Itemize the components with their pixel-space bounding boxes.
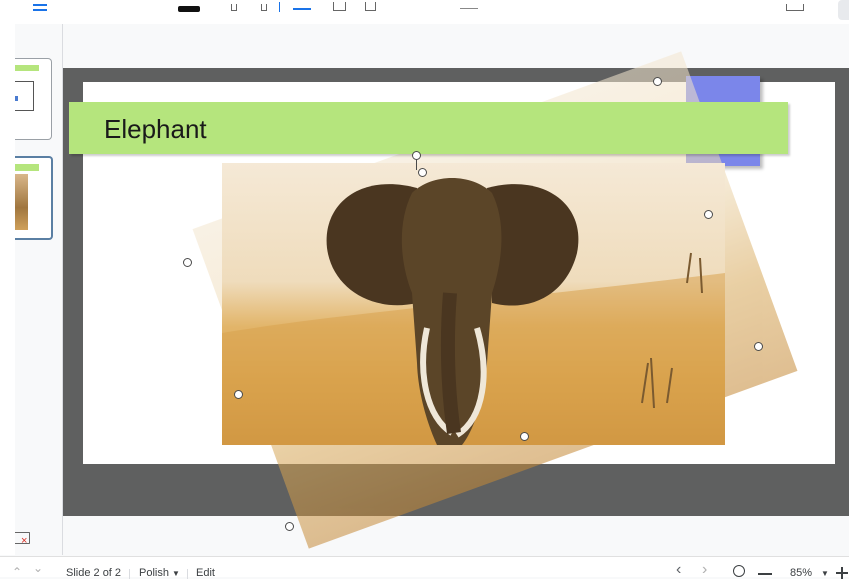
- zoom-in-icon[interactable]: [836, 567, 848, 579]
- language-selector[interactable]: Polish: [139, 567, 169, 579]
- zoom-out-icon[interactable]: [758, 573, 772, 575]
- align-center-icon[interactable]: [261, 4, 267, 11]
- caret-down-icon[interactable]: ▼: [821, 569, 829, 578]
- arrange-icon[interactable]: [460, 8, 478, 9]
- chevron-left-icon[interactable]: ‹: [676, 561, 681, 579]
- search-icon[interactable]: [733, 565, 745, 577]
- top-toolbar: [0, 0, 849, 25]
- status-bar: ⌃ ⌄ Slide 2 of 2 Polish ▼ Edit ‹ › 85% ▼: [0, 556, 849, 579]
- resize-handle-top-right[interactable]: [653, 77, 662, 86]
- slide-thumbnail-2[interactable]: [15, 156, 53, 240]
- thumb-title-bar: [15, 164, 39, 171]
- toolbar-separator: [279, 2, 280, 12]
- slide-counter: Slide 2 of 2: [66, 567, 122, 579]
- resize-handle-bottom-left[interactable]: [285, 522, 294, 531]
- notes-icon[interactable]: ×: [15, 532, 30, 547]
- collapse-toolbar-icon[interactable]: [838, 0, 849, 20]
- zoom-level[interactable]: 85%: [790, 567, 812, 579]
- text-color-icon[interactable]: [178, 6, 200, 12]
- slide-thumbnail-1[interactable]: [15, 58, 52, 140]
- zoom-in-vertical: [841, 567, 843, 579]
- left-gutter: [0, 24, 15, 555]
- chevron-up-icon[interactable]: ⌃: [12, 565, 22, 579]
- sidebar-toggle-icon[interactable]: [33, 4, 47, 11]
- thumb-title-bar: [15, 65, 39, 71]
- status-separator: [129, 569, 130, 579]
- chevron-right-icon[interactable]: ›: [702, 561, 707, 579]
- resize-handle-top[interactable]: [418, 168, 427, 177]
- resize-handle-top-left[interactable]: [183, 258, 192, 267]
- resize-handle-right[interactable]: [704, 210, 713, 219]
- chevron-down-icon[interactable]: ⌄: [33, 561, 43, 575]
- title-placeholder[interactable]: Elephant: [69, 102, 788, 154]
- notes-close-icon: ×: [21, 535, 28, 547]
- status-separator: [187, 569, 188, 579]
- caret-down-icon[interactable]: ▼: [172, 569, 180, 578]
- edit-mode-label[interactable]: Edit: [196, 567, 215, 579]
- thumb-photo: [15, 174, 28, 230]
- elephant-figure: [222, 178, 725, 445]
- rotation-connector: [416, 159, 417, 170]
- slide-title[interactable]: Elephant: [104, 114, 207, 145]
- elephant-photo[interactable]: [222, 163, 725, 445]
- resize-handle-bottom[interactable]: [520, 432, 529, 441]
- insert-table-icon[interactable]: [365, 2, 376, 11]
- spacing-icon[interactable]: [293, 8, 311, 10]
- more-options-icon[interactable]: [786, 4, 804, 11]
- resize-handle-left[interactable]: [234, 390, 243, 399]
- resize-handle-bottom-right[interactable]: [754, 342, 763, 351]
- thumb-blue-mark: [15, 96, 18, 101]
- slide-panel: ×: [15, 24, 63, 555]
- insert-image-icon[interactable]: [333, 2, 346, 11]
- align-left-icon[interactable]: [231, 4, 237, 11]
